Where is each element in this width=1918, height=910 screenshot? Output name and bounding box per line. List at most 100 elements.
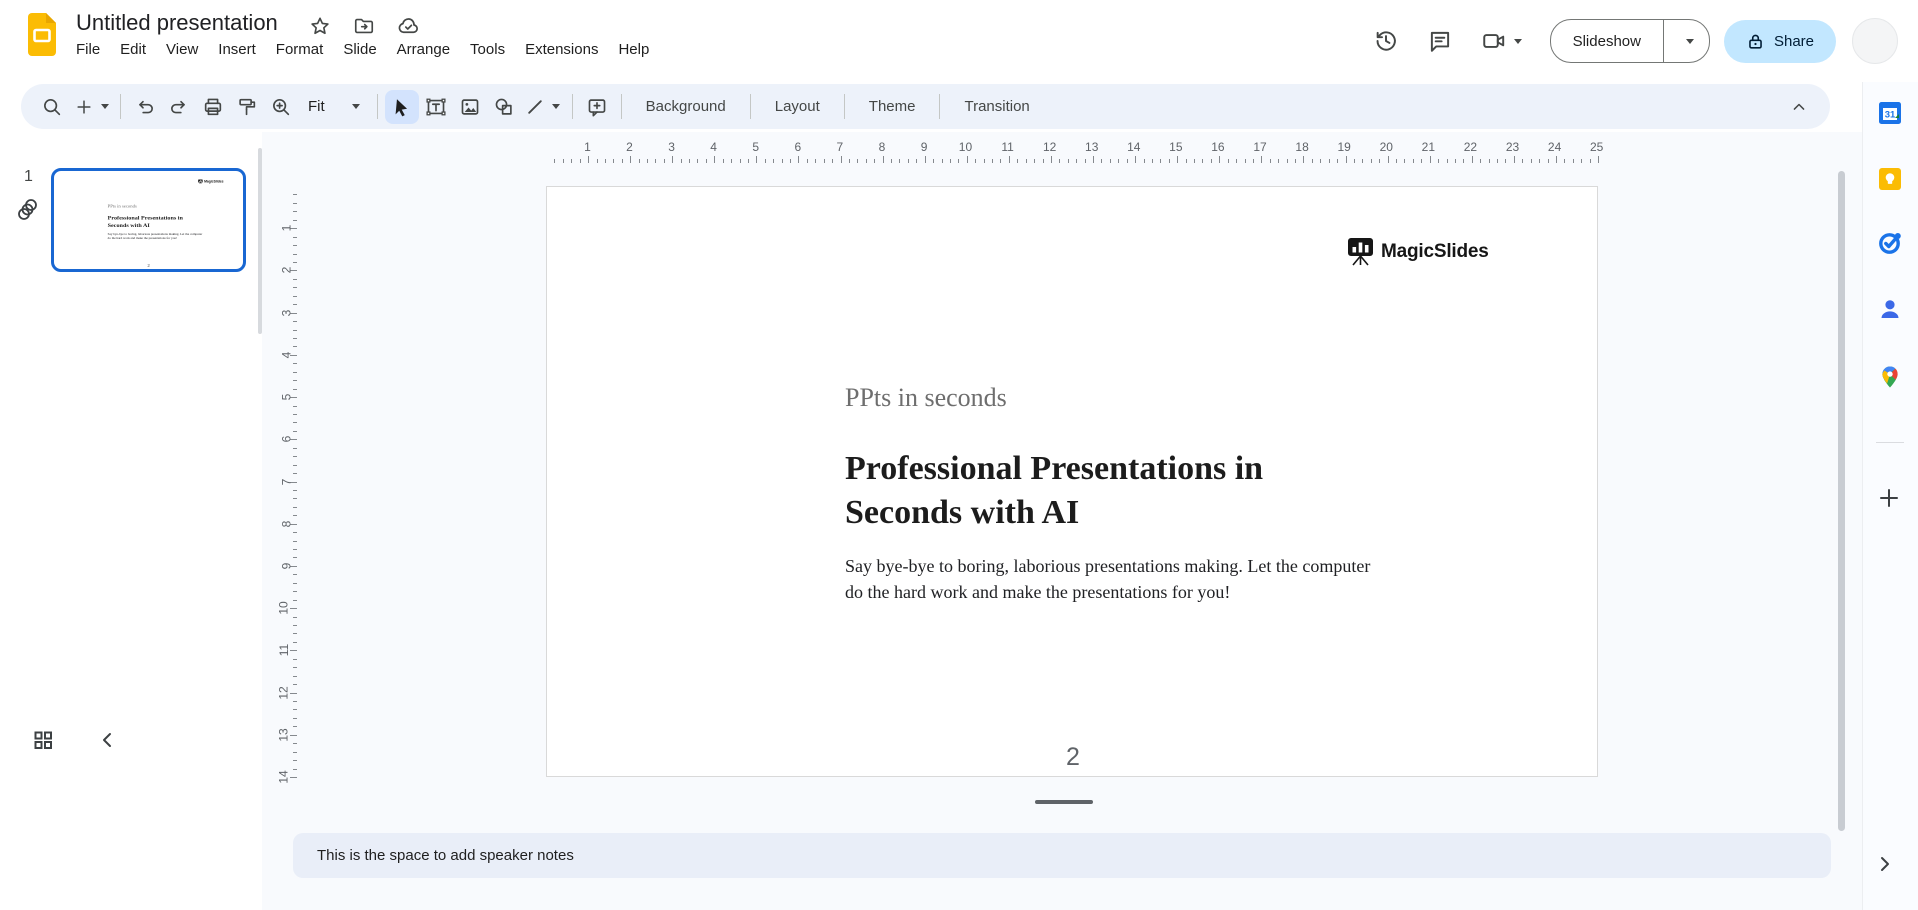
slideshow-split-button: Slideshow xyxy=(1549,19,1710,63)
canvas-area: 1 2 3 4 5 6 7 8 9 10 11 12 13 14 15 16 17 18 19 20 21 22 23 24 2… xyxy=(262,132,1862,910)
video-camera-icon xyxy=(1482,34,1504,48)
google-keep-icon[interactable] xyxy=(1877,166,1903,192)
menu-extensions[interactable]: Extensions xyxy=(515,36,608,63)
insert-line-tool[interactable] xyxy=(521,90,565,124)
chevron-down-icon xyxy=(351,104,360,109)
chevron-down-icon xyxy=(1685,38,1694,44)
google-slides-app: Untitled presentation File Edit View Ins… xyxy=(0,0,1918,910)
toolbar: Fit Background Layout Theme Transition xyxy=(21,84,1830,129)
menu-edit[interactable]: Edit xyxy=(110,36,156,63)
collapse-toolbar-icon[interactable] xyxy=(1782,90,1816,124)
google-calendar-icon[interactable]: 31 xyxy=(1877,100,1903,126)
collapse-filmstrip-icon[interactable] xyxy=(94,725,120,755)
filmstrip-panel: 1 MagicSlides PPts in seconds Profession… xyxy=(0,132,262,910)
toolbar-separator xyxy=(571,94,573,119)
get-addons-icon[interactable] xyxy=(1877,486,1901,510)
speaker-notes-input[interactable]: This is the space to add speaker notes xyxy=(293,833,1831,878)
speaker-notes-resize-handle[interactable] xyxy=(1035,800,1093,804)
document-title[interactable]: Untitled presentation xyxy=(76,10,278,36)
toolbar-separator xyxy=(749,94,751,119)
search-menus-icon[interactable] xyxy=(35,90,69,124)
paint-format-icon[interactable] xyxy=(230,90,264,124)
meet-presentation-control[interactable] xyxy=(1481,28,1522,54)
menu-help[interactable]: Help xyxy=(608,36,659,63)
brand-logo: MagicSlides xyxy=(198,179,224,185)
grid-view-icon[interactable] xyxy=(28,725,58,755)
insert-shape-tool[interactable] xyxy=(487,90,521,124)
zoom-select[interactable]: Fit xyxy=(298,98,370,115)
slide-thumbnail-preview: MagicSlides PPts in seconds Professional… xyxy=(54,171,243,269)
undo-icon[interactable] xyxy=(128,90,162,124)
vertical-ruler: 1 2 3 4 5 6 7 8 9 10 11 12 13 14 xyxy=(276,186,297,784)
move-folder-icon[interactable] xyxy=(352,14,376,38)
insert-comment-tool[interactable] xyxy=(580,90,614,124)
menubar: File Edit View Insert Format Slide Arran… xyxy=(66,36,659,63)
brand-name: MagicSlides xyxy=(204,179,224,184)
version-history-icon[interactable] xyxy=(1373,28,1399,54)
speaker-notes-placeholder: This is the space to add speaker notes xyxy=(317,847,574,864)
toolbar-separator xyxy=(376,94,378,119)
toolbar-strip: Fit Background Layout Theme Transition xyxy=(0,82,1862,132)
redo-icon[interactable] xyxy=(162,90,196,124)
share-label: Share xyxy=(1773,32,1814,50)
star-icon[interactable] xyxy=(308,14,332,38)
menu-insert[interactable]: Insert xyxy=(208,36,266,63)
header: Untitled presentation File Edit View Ins… xyxy=(0,0,1918,82)
layout-button[interactable]: Layout xyxy=(758,98,837,115)
new-slide-button[interactable] xyxy=(69,90,113,124)
slide-1-number: 1 xyxy=(24,168,33,185)
google-tasks-icon[interactable] xyxy=(1877,230,1903,256)
side-panel-divider xyxy=(1876,442,1904,443)
chevron-down-icon xyxy=(552,104,561,109)
slide-body-text: Say bye-bye to boring, laborious present… xyxy=(107,232,203,240)
slide-thumbnail-1[interactable]: MagicSlides PPts in seconds Professional… xyxy=(51,168,246,272)
toolbar-separator xyxy=(620,94,622,119)
google-contacts-icon[interactable] xyxy=(1877,296,1903,322)
menu-tools[interactable]: Tools xyxy=(460,36,515,63)
menu-file[interactable]: File xyxy=(66,36,110,63)
cloud-save-status-icon[interactable] xyxy=(396,14,420,38)
slide-page-number: 2 xyxy=(1066,743,1080,771)
theme-button[interactable]: Theme xyxy=(852,98,933,115)
magicslides-icon xyxy=(1348,238,1373,266)
brand-logo[interactable]: MagicSlides xyxy=(1347,237,1489,266)
menu-format[interactable]: Format xyxy=(266,36,334,63)
magicslides-icon xyxy=(198,179,203,185)
print-icon[interactable] xyxy=(196,90,230,124)
slide-title-text: Professional Presentations in Seconds wi… xyxy=(107,214,183,229)
insert-image-tool[interactable] xyxy=(453,90,487,124)
show-side-panel-icon[interactable] xyxy=(1877,855,1901,879)
slide-title-text[interactable]: Professional Presentations in Seconds wi… xyxy=(845,447,1263,535)
background-button[interactable]: Background xyxy=(629,98,743,115)
slideshow-options-caret[interactable] xyxy=(1664,20,1709,62)
account-avatar[interactable] xyxy=(1852,18,1898,64)
chevron-down-icon xyxy=(100,104,109,109)
menu-view[interactable]: View xyxy=(156,36,208,63)
zoom-in-icon[interactable] xyxy=(264,90,298,124)
horizontal-ruler: 1 2 3 4 5 6 7 8 9 10 11 12 13 14 15 16 17 18 19 20 21 22 23 24 2… xyxy=(546,140,1603,163)
comments-icon[interactable] xyxy=(1427,28,1453,54)
menu-arrange[interactable]: Arrange xyxy=(387,36,460,63)
slide-kicker-text: PPts in seconds xyxy=(107,203,137,209)
slide-editor[interactable]: MagicSlides PPts in seconds Professional… xyxy=(546,186,1598,777)
menu-slide[interactable]: Slide xyxy=(333,36,386,63)
share-button[interactable]: Share xyxy=(1723,19,1836,63)
slideshow-button[interactable]: Slideshow xyxy=(1551,20,1664,62)
brand-name: MagicSlides xyxy=(1381,240,1489,262)
select-tool[interactable] xyxy=(384,89,419,124)
svg-text:31: 31 xyxy=(1885,110,1896,121)
toolbar-separator xyxy=(120,94,121,119)
canvas-scrollbar[interactable] xyxy=(1838,171,1845,831)
slide-link-rings-icon xyxy=(17,196,39,222)
zoom-value: Fit xyxy=(308,98,325,115)
toolbar-separator xyxy=(843,94,845,119)
chevron-down-icon xyxy=(1513,38,1522,44)
lock-icon xyxy=(1749,34,1762,49)
google-maps-icon[interactable] xyxy=(1877,364,1903,390)
text-box-tool[interactable] xyxy=(419,90,453,124)
slides-logo-icon[interactable] xyxy=(26,13,58,56)
slide-kicker-text[interactable]: PPts in seconds xyxy=(845,383,1007,413)
slide-page-number: 2 xyxy=(147,263,150,268)
transition-button[interactable]: Transition xyxy=(947,98,1046,115)
slide-body-text[interactable]: Say bye-bye to boring, laborious present… xyxy=(845,553,1370,605)
